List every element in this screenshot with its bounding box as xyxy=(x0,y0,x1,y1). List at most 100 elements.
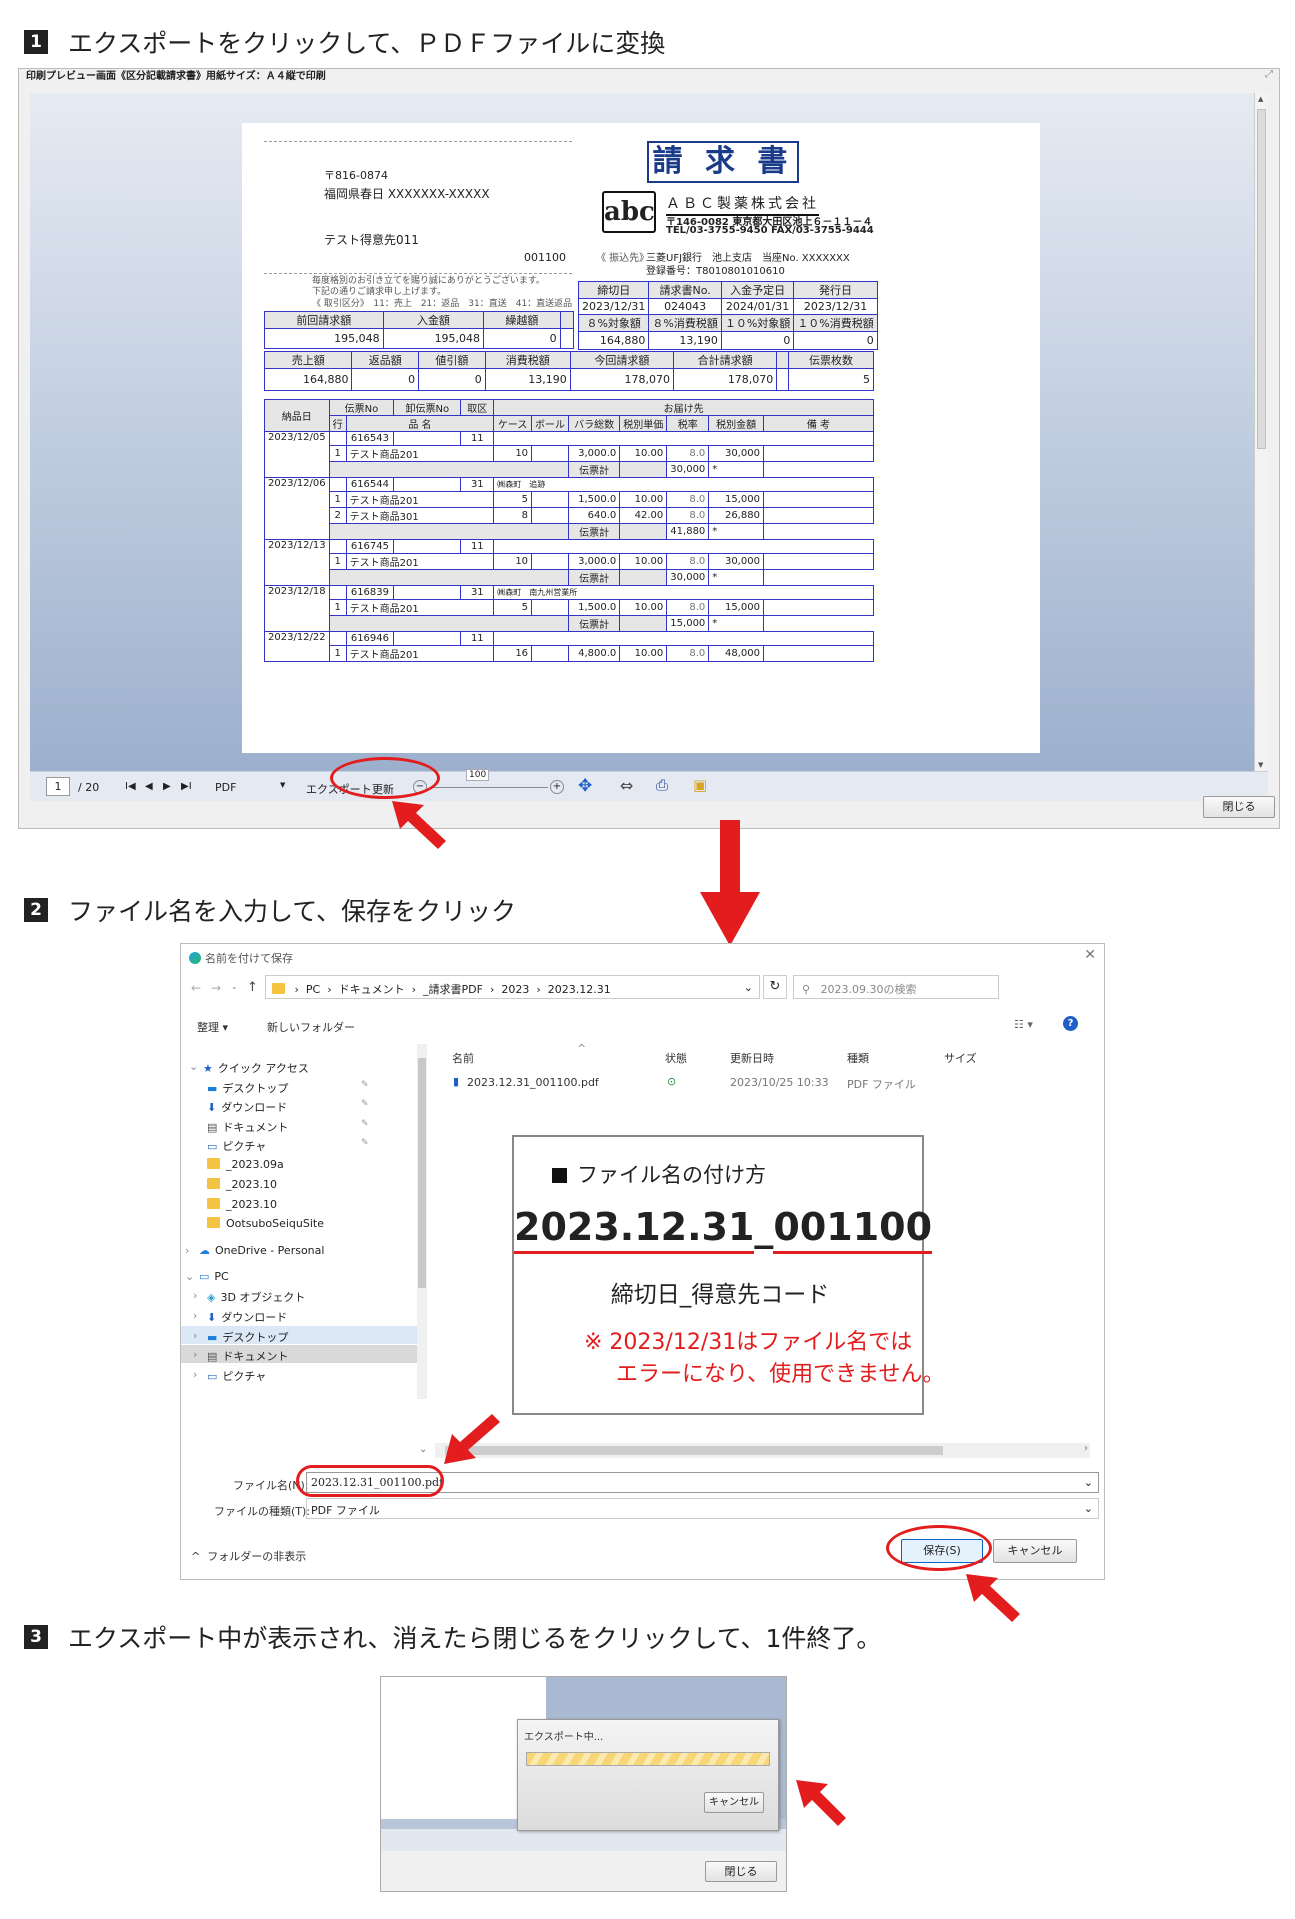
search-input[interactable]: ⚲ 2023.09.30の検索 xyxy=(793,975,999,999)
last-page-icon[interactable]: ▶I xyxy=(181,781,192,792)
refresh-icon[interactable]: ↻ xyxy=(763,975,787,999)
tax-header: ８%消費税額 xyxy=(648,314,722,332)
format-select[interactable]: PDF xyxy=(215,781,236,794)
zoom-in-icon[interactable]: + xyxy=(550,780,564,794)
view-options-icon[interactable]: ☷ ▾ xyxy=(1014,1018,1033,1031)
fit-page-icon[interactable]: ✥ xyxy=(578,776,592,796)
file-row[interactable]: ▮ 2023.12.31_001100.pdf ⊙ 2023/10/25 10:… xyxy=(445,1072,1085,1092)
page-setup-icon[interactable]: ▣ xyxy=(693,776,707,794)
column-type[interactable]: 種類 xyxy=(847,1050,869,1066)
pin-icon[interactable]: ✎ xyxy=(361,1080,369,1090)
first-page-icon[interactable]: I◀ xyxy=(125,781,136,792)
nav-item[interactable]: ▭ ピクチャ ✎ xyxy=(181,1135,417,1153)
invoice-meta-table: 締切日 請求書No. 入金予定日 発行日 2023/12/31 024043 2… xyxy=(577,281,878,350)
nav-item[interactable]: › ☁ OneDrive - Personal xyxy=(181,1241,417,1259)
subtotal-amount: 15,000 xyxy=(666,615,710,632)
horizontal-scrollbar[interactable]: › xyxy=(435,1443,1090,1458)
nav-item[interactable]: › ▭ ピクチャ xyxy=(181,1365,417,1383)
close-icon[interactable]: ✕ xyxy=(1084,947,1096,963)
nav-item[interactable]: ▬ デスクトップ ✎ xyxy=(181,1077,417,1095)
line-number: 1 xyxy=(328,553,347,570)
nav-scrollbar[interactable] xyxy=(417,1044,427,1399)
scroll-down-icon[interactable]: ▼ xyxy=(1258,761,1263,769)
up-icon[interactable]: ↑ xyxy=(247,980,258,995)
cancel-button[interactable]: キャンセル xyxy=(993,1539,1077,1563)
chevron-down-icon[interactable]: ⌄ xyxy=(1084,1502,1093,1515)
nav-item[interactable]: ⬇ ダウンロード ✎ xyxy=(181,1096,417,1114)
prev-page-icon[interactable]: ◀ xyxy=(145,781,153,792)
address-bar[interactable]: › PC › ドキュメント › _請求書PDF › 2023 › 2023.12… xyxy=(265,975,760,999)
pin-icon[interactable]: ✎ xyxy=(361,1119,369,1129)
scroll-down-icon[interactable]: ⌄ xyxy=(419,1444,427,1455)
bara-qty: 1,500.0 xyxy=(568,599,621,616)
nav-item[interactable]: ⌄ ★ クイック アクセス xyxy=(181,1057,417,1075)
empty-cell xyxy=(328,523,570,540)
divider xyxy=(264,141,572,142)
breadcrumb-item[interactable]: _請求書PDF xyxy=(423,983,483,996)
zoom-slider[interactable] xyxy=(430,787,548,788)
nav-item[interactable]: › ▬ デスクトップ xyxy=(181,1326,417,1344)
next-page-icon[interactable]: ▶ xyxy=(163,781,171,792)
expand-icon[interactable]: › xyxy=(193,1309,197,1322)
vertical-scrollbar[interactable]: ▲ ▼ xyxy=(1254,93,1268,771)
chevron-down-icon[interactable]: ⌄ xyxy=(1084,1476,1093,1489)
cancel-button[interactable]: キャンセル xyxy=(704,1792,764,1813)
expand-icon[interactable]: › xyxy=(193,1289,197,1302)
nav-item[interactable]: _2023.10 xyxy=(181,1175,417,1193)
fit-width-icon[interactable]: ⇔ xyxy=(620,776,633,795)
onedrive-icon: ☁ xyxy=(199,1244,210,1257)
nav-item[interactable]: ▤ ドキュメント ✎ xyxy=(181,1116,417,1134)
new-folder-button[interactable]: 新しいフォルダー xyxy=(267,1019,355,1035)
nav-item[interactable]: _2023.10 xyxy=(181,1195,417,1213)
breadcrumb-item[interactable]: PC xyxy=(306,983,320,996)
scroll-up-icon[interactable]: ▲ xyxy=(1258,95,1263,103)
back-icon[interactable]: ← xyxy=(191,981,201,995)
line-number: 1 xyxy=(328,645,347,662)
detail-header: ボール xyxy=(531,415,570,432)
pin-icon[interactable]: ✎ xyxy=(361,1099,369,1109)
line-amount: 30,000 xyxy=(708,445,764,462)
chevron-down-icon[interactable]: ⌄ xyxy=(744,981,753,994)
column-date[interactable]: 更新日時 xyxy=(730,1050,774,1066)
expand-icon[interactable]: › xyxy=(185,1244,189,1257)
expand-icon[interactable]: ⌄ xyxy=(189,1060,198,1073)
column-status[interactable]: 状態 xyxy=(665,1050,687,1066)
breadcrumb-item[interactable]: 2023 xyxy=(501,983,529,996)
tax-rate: 8.0 xyxy=(666,553,710,570)
expand-icon[interactable]: › xyxy=(193,1329,197,1342)
close-button[interactable]: 閉じる xyxy=(705,1861,777,1882)
nav-item[interactable]: › ▤ ドキュメント xyxy=(181,1345,417,1363)
breadcrumb-item[interactable]: ドキュメント xyxy=(339,983,405,996)
page-number-input[interactable]: 1 xyxy=(46,777,70,796)
subtotal-label: 伝票計 xyxy=(568,461,621,478)
postal-code: 〒816-0874 xyxy=(324,169,388,182)
hide-folders-toggle[interactable]: ^ フォルダーの非表示 xyxy=(191,1548,306,1564)
pin-icon[interactable]: ✎ xyxy=(361,1138,369,1148)
scroll-thumb[interactable] xyxy=(1257,109,1266,449)
help-icon[interactable]: ? xyxy=(1063,1016,1078,1031)
expand-icon[interactable]: › xyxy=(193,1368,197,1381)
nav-item[interactable]: OotsuboSeiquSite xyxy=(181,1214,417,1232)
organize-button[interactable]: 整理 ▾ xyxy=(197,1019,228,1035)
close-button[interactable]: 閉じる xyxy=(1203,796,1275,818)
column-name[interactable]: 名前 xyxy=(452,1050,474,1066)
nav-item[interactable]: › ⬇ ダウンロード xyxy=(181,1306,417,1324)
forward-icon[interactable]: → xyxy=(211,981,221,995)
meta-value: 024043 xyxy=(648,298,722,315)
case-qty: 5 xyxy=(493,599,533,616)
quick-access-icon: ★ xyxy=(203,1062,213,1075)
chevron-down-icon[interactable]: ▼ xyxy=(280,781,285,789)
close-icon[interactable]: ⤢ xyxy=(1265,69,1273,80)
breadcrumb-item[interactable]: 2023.12.31 xyxy=(548,983,611,996)
nav-item[interactable]: ⌄ ▭ PC xyxy=(181,1267,417,1285)
filetype-select[interactable]: PDF ファイル ⌄ xyxy=(306,1498,1099,1519)
column-size[interactable]: サイズ xyxy=(944,1050,977,1066)
nav-item[interactable]: › ◈ 3D オブジェクト xyxy=(181,1286,417,1304)
chevron-down-icon[interactable]: ⌄ xyxy=(231,982,238,991)
print-icon[interactable]: ⎙ xyxy=(656,776,668,794)
expand-icon[interactable]: ⌄ xyxy=(185,1270,194,1283)
expand-icon[interactable]: › xyxy=(193,1348,197,1361)
nav-item[interactable]: _2023.09a xyxy=(181,1155,417,1173)
line-row: 1 テスト商品201 10 3,000.0 10.00 8.0 30,000 xyxy=(265,553,875,570)
slip-number: 616544 xyxy=(345,477,395,492)
